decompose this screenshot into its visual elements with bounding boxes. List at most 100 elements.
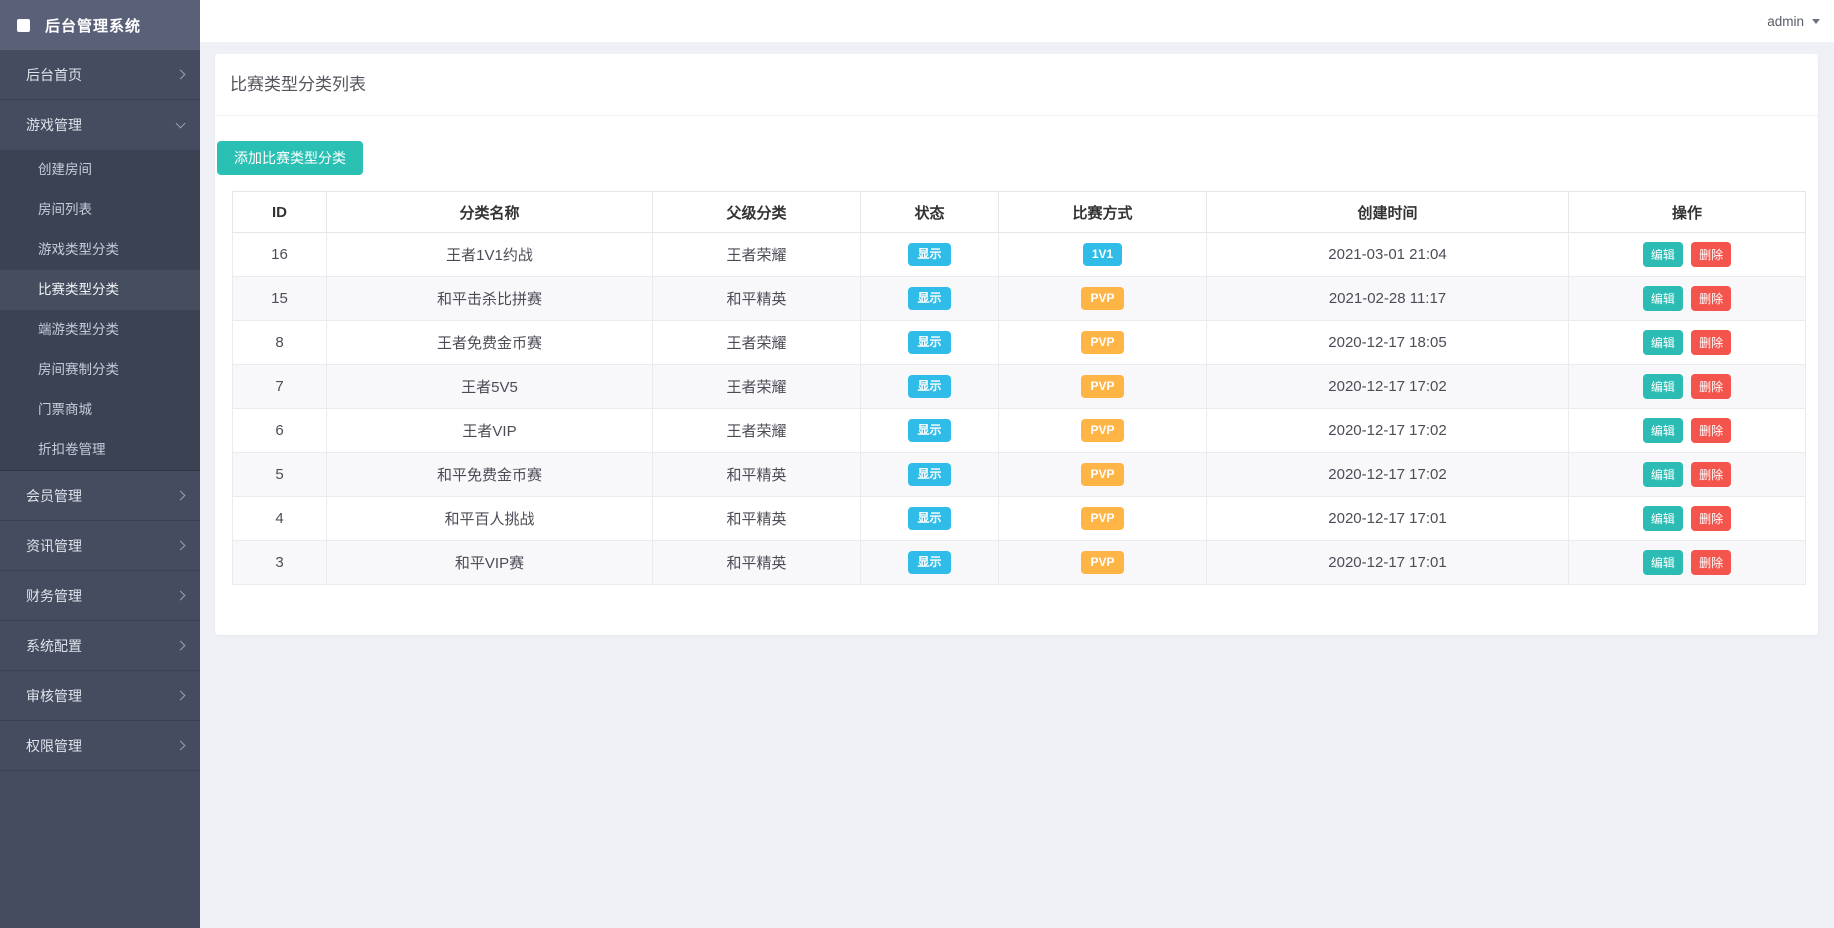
mode-cell: PVP: [999, 497, 1207, 541]
content-area: 比赛类型分类列表 添加比赛类型分类 ID 分类名称: [200, 42, 1834, 928]
sidebar-subitem-room-list[interactable]: 房间列表: [0, 190, 200, 230]
table-row: 16 王者1V1约战 王者荣耀 显示 1V1 2021-03-01 21:04 …: [233, 233, 1806, 277]
sidebar-item-label: 后台首页: [26, 65, 82, 85]
table-row: 7 王者5V5 王者荣耀 显示 PVP 2020-12-17 17:02 编辑 …: [233, 365, 1806, 409]
sidebar-subitem-pc-game-type-category[interactable]: 端游类型分类: [0, 310, 200, 350]
actions-cell: 编辑 删除: [1569, 321, 1806, 365]
name-cell: 王者5V5: [327, 365, 653, 409]
parent-cell: 王者荣耀: [653, 365, 861, 409]
id-cell: 15: [233, 277, 327, 321]
status-badge: 显示: [908, 507, 950, 529]
mode-cell: PVP: [999, 277, 1207, 321]
status-badge: 显示: [908, 331, 950, 353]
parent-cell: 和平精英: [653, 541, 861, 585]
sidebar-item-audit-management[interactable]: 审核管理: [0, 671, 200, 721]
edit-button[interactable]: 编辑: [1643, 462, 1683, 487]
sidebar-submenu-game-management: 创建房间 房间列表 游戏类型分类 比赛类型分类 端游类型分类 房间赛制分类 门票…: [0, 150, 200, 471]
delete-button[interactable]: 删除: [1691, 374, 1731, 399]
id-cell: 6: [233, 409, 327, 453]
edit-button[interactable]: 编辑: [1643, 418, 1683, 443]
edit-button[interactable]: 编辑: [1643, 286, 1683, 311]
app-title: 后台管理系统: [45, 15, 141, 36]
sidebar-subitem-room-format-category[interactable]: 房间赛制分类: [0, 350, 200, 390]
table-row: 15 和平击杀比拼赛 和平精英 显示 PVP 2021-02-28 11:17 …: [233, 277, 1806, 321]
chevron-right-icon: [176, 641, 186, 651]
parent-cell: 和平精英: [653, 277, 861, 321]
mode-badge: 1V1: [1083, 243, 1122, 265]
edit-button[interactable]: 编辑: [1643, 330, 1683, 355]
mode-badge: PVP: [1081, 507, 1123, 529]
add-category-button[interactable]: 添加比赛类型分类: [217, 141, 363, 175]
sidebar-item-home[interactable]: 后台首页: [0, 50, 200, 100]
table-header-row: ID 分类名称 父级分类 状态 比赛方式 创建时间 操作: [233, 192, 1806, 233]
sidebar-nav: 后台首页 游戏管理 创建房间 房间列表 游戏类型分类 比赛类型分类 端游类型分类…: [0, 50, 200, 771]
id-cell: 8: [233, 321, 327, 365]
parent-cell: 和平精英: [653, 497, 861, 541]
table-row: 3 和平VIP赛 和平精英 显示 PVP 2020-12-17 17:01 编辑…: [233, 541, 1806, 585]
sidebar-subitem-match-type-category[interactable]: 比赛类型分类: [0, 270, 200, 310]
edit-button[interactable]: 编辑: [1643, 242, 1683, 267]
status-badge: 显示: [908, 243, 950, 265]
column-header-created: 创建时间: [1207, 192, 1569, 233]
mode-cell: PVP: [999, 541, 1207, 585]
status-cell: 显示: [861, 233, 999, 277]
delete-button[interactable]: 删除: [1691, 286, 1731, 311]
edit-button[interactable]: 编辑: [1643, 550, 1683, 575]
edit-button[interactable]: 编辑: [1643, 374, 1683, 399]
sidebar-item-member-management[interactable]: 会员管理: [0, 471, 200, 521]
created-cell: 2020-12-17 17:02: [1207, 453, 1569, 497]
app-logo-icon: [17, 19, 30, 32]
sidebar-item-label: 系统配置: [26, 636, 82, 656]
actions-cell: 编辑 删除: [1569, 233, 1806, 277]
delete-button[interactable]: 删除: [1691, 550, 1731, 575]
sidebar-item-system-config[interactable]: 系统配置: [0, 621, 200, 671]
sidebar-subitem-create-room[interactable]: 创建房间: [0, 150, 200, 190]
column-header-parent: 父级分类: [653, 192, 861, 233]
mode-badge: PVP: [1081, 463, 1123, 485]
mode-badge: PVP: [1081, 331, 1123, 353]
actions-cell: 编辑 删除: [1569, 453, 1806, 497]
caret-down-icon: [1812, 19, 1820, 24]
sidebar-item-finance-management[interactable]: 财务管理: [0, 571, 200, 621]
delete-button[interactable]: 删除: [1691, 330, 1731, 355]
name-cell: 王者VIP: [327, 409, 653, 453]
delete-button[interactable]: 删除: [1691, 462, 1731, 487]
status-badge: 显示: [908, 419, 950, 441]
column-header-mode: 比赛方式: [999, 192, 1207, 233]
status-cell: 显示: [861, 497, 999, 541]
created-cell: 2021-02-28 11:17: [1207, 277, 1569, 321]
sidebar-item-label: 资讯管理: [26, 536, 82, 556]
sidebar-subitem-discount-coupon[interactable]: 折扣卷管理: [0, 430, 200, 470]
chevron-down-icon: [176, 119, 186, 129]
sidebar-subitem-ticket-mall[interactable]: 门票商城: [0, 390, 200, 430]
chevron-right-icon: [176, 70, 186, 80]
sidebar-item-game-management[interactable]: 游戏管理: [0, 100, 200, 150]
chevron-right-icon: [176, 741, 186, 751]
table-row: 4 和平百人挑战 和平精英 显示 PVP 2020-12-17 17:01 编辑…: [233, 497, 1806, 541]
sidebar-item-info-management[interactable]: 资讯管理: [0, 521, 200, 571]
created-cell: 2021-03-01 21:04: [1207, 233, 1569, 277]
actions-cell: 编辑 删除: [1569, 365, 1806, 409]
sidebar-item-label: 权限管理: [26, 736, 82, 756]
app-root: 后台管理系统 后台首页 游戏管理 创建房间 房间列表 游戏类型分类 比赛类型分类…: [0, 0, 1834, 928]
status-cell: 显示: [861, 365, 999, 409]
actions-cell: 编辑 删除: [1569, 541, 1806, 585]
parent-cell: 王者荣耀: [653, 321, 861, 365]
delete-button[interactable]: 删除: [1691, 242, 1731, 267]
parent-cell: 王者荣耀: [653, 409, 861, 453]
sidebar-item-label: 财务管理: [26, 586, 82, 606]
column-header-id: ID: [233, 192, 327, 233]
sidebar-subitem-game-type-category[interactable]: 游戏类型分类: [0, 230, 200, 270]
mode-badge: PVP: [1081, 419, 1123, 441]
edit-button[interactable]: 编辑: [1643, 506, 1683, 531]
table-row: 5 和平免费金币赛 和平精英 显示 PVP 2020-12-17 17:02 编…: [233, 453, 1806, 497]
sidebar-item-permission-management[interactable]: 权限管理: [0, 721, 200, 771]
delete-button[interactable]: 删除: [1691, 418, 1731, 443]
user-menu[interactable]: admin: [1767, 14, 1820, 29]
chevron-right-icon: [176, 541, 186, 551]
delete-button[interactable]: 删除: [1691, 506, 1731, 531]
created-cell: 2020-12-17 17:01: [1207, 497, 1569, 541]
actions-cell: 编辑 删除: [1569, 497, 1806, 541]
chevron-right-icon: [176, 591, 186, 601]
status-cell: 显示: [861, 409, 999, 453]
